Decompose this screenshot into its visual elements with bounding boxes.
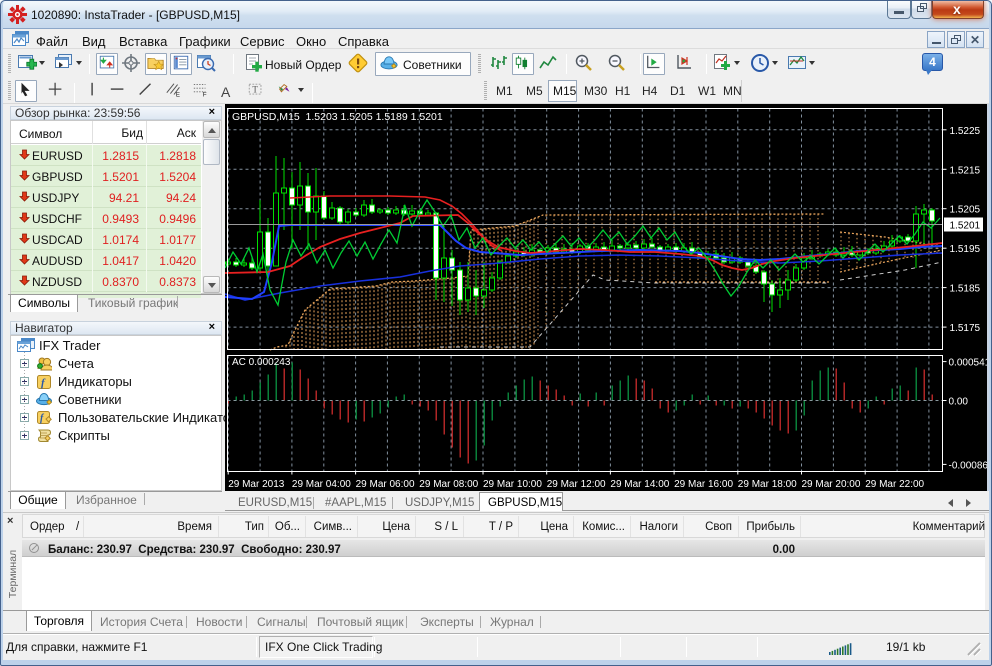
svg-text:1.5195: 1.5195 xyxy=(950,244,981,255)
svg-text:29 Mar 12:00: 29 Mar 12:00 xyxy=(547,479,606,490)
svg-text:GBPUSD,M15 1.5203 1.5205 1.51: GBPUSD,M15 1.5203 1.5205 1.5189 1.5201 xyxy=(232,111,443,123)
svg-text:1.5205: 1.5205 xyxy=(950,205,981,216)
svg-text:AC 0.000243: AC 0.000243 xyxy=(232,357,291,368)
svg-text:29 Mar 06:00: 29 Mar 06:00 xyxy=(356,479,415,490)
svg-text:29 Mar 14:00: 29 Mar 14:00 xyxy=(610,479,669,490)
svg-text:1.5175: 1.5175 xyxy=(950,323,981,334)
svg-text:1.5185: 1.5185 xyxy=(950,284,981,295)
svg-text:29 Mar 2013: 29 Mar 2013 xyxy=(228,479,285,490)
svg-text:29 Mar 08:00: 29 Mar 08:00 xyxy=(419,479,478,490)
svg-text:29 Mar 22:00: 29 Mar 22:00 xyxy=(865,479,924,490)
svg-text:29 Mar 04:00: 29 Mar 04:00 xyxy=(292,479,351,490)
svg-text:0.00: 0.00 xyxy=(949,397,969,408)
svg-text:1.5225: 1.5225 xyxy=(950,126,981,137)
svg-text:T: T xyxy=(252,85,258,95)
svg-text:1.5201: 1.5201 xyxy=(950,221,981,232)
svg-text:29 Mar 16:00: 29 Mar 16:00 xyxy=(674,479,733,490)
svg-text:29 Mar 18:00: 29 Mar 18:00 xyxy=(738,479,797,490)
svg-text:1.5215: 1.5215 xyxy=(950,165,981,176)
svg-text:F: F xyxy=(203,91,207,98)
svg-text:0.000541: 0.000541 xyxy=(949,358,988,369)
svg-text:E: E xyxy=(176,91,180,98)
svg-text:29 Mar 10:00: 29 Mar 10:00 xyxy=(483,479,542,490)
svg-text:-0.00086: -0.00086 xyxy=(949,460,988,471)
svg-text:29 Mar 20:00: 29 Mar 20:00 xyxy=(802,479,861,490)
